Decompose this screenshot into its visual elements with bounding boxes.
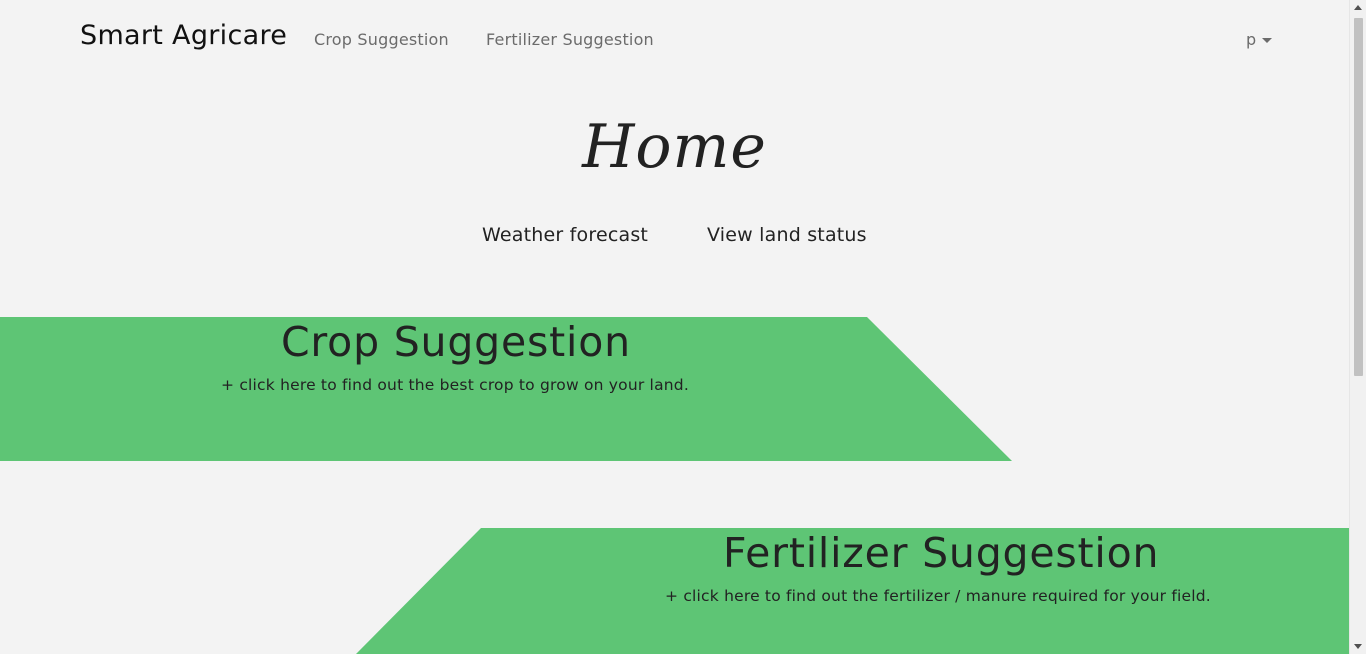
nav-link-fertilizer-suggestion[interactable]: Fertilizer Suggestion <box>486 30 654 49</box>
navbar: Smart Agricare Crop Suggestion Fertilize… <box>0 0 1349 78</box>
fertilizer-suggestion-description[interactable]: + click here to find out the fertilizer … <box>665 587 1211 605</box>
view-land-status-link[interactable]: View land status <box>707 224 867 246</box>
page-title: Home <box>582 112 767 182</box>
weather-forecast-link[interactable]: Weather forecast <box>482 224 648 246</box>
crop-suggestion-description[interactable]: + click here to find out the best crop t… <box>221 376 689 394</box>
fertilizer-suggestion-title[interactable]: Fertilizer Suggestion <box>723 529 1159 577</box>
scroll-up-arrow-icon[interactable] <box>1354 5 1362 10</box>
nav-link-crop-suggestion[interactable]: Crop Suggestion <box>314 30 449 49</box>
scrollbar-thumb[interactable] <box>1354 18 1363 376</box>
user-dropdown-label: p <box>1246 30 1257 49</box>
user-dropdown-toggle[interactable]: p <box>1246 30 1273 49</box>
brand-logo[interactable]: Smart Agricare <box>80 20 287 51</box>
crop-suggestion-title[interactable]: Crop Suggestion <box>281 318 631 366</box>
quick-links: Weather forecast View land status <box>0 224 1349 254</box>
page: Smart Agricare Crop Suggestion Fertilize… <box>0 0 1366 654</box>
caret-down-icon <box>1262 37 1273 43</box>
vertical-scrollbar[interactable] <box>1349 0 1366 654</box>
scroll-down-arrow-icon[interactable] <box>1354 644 1362 649</box>
